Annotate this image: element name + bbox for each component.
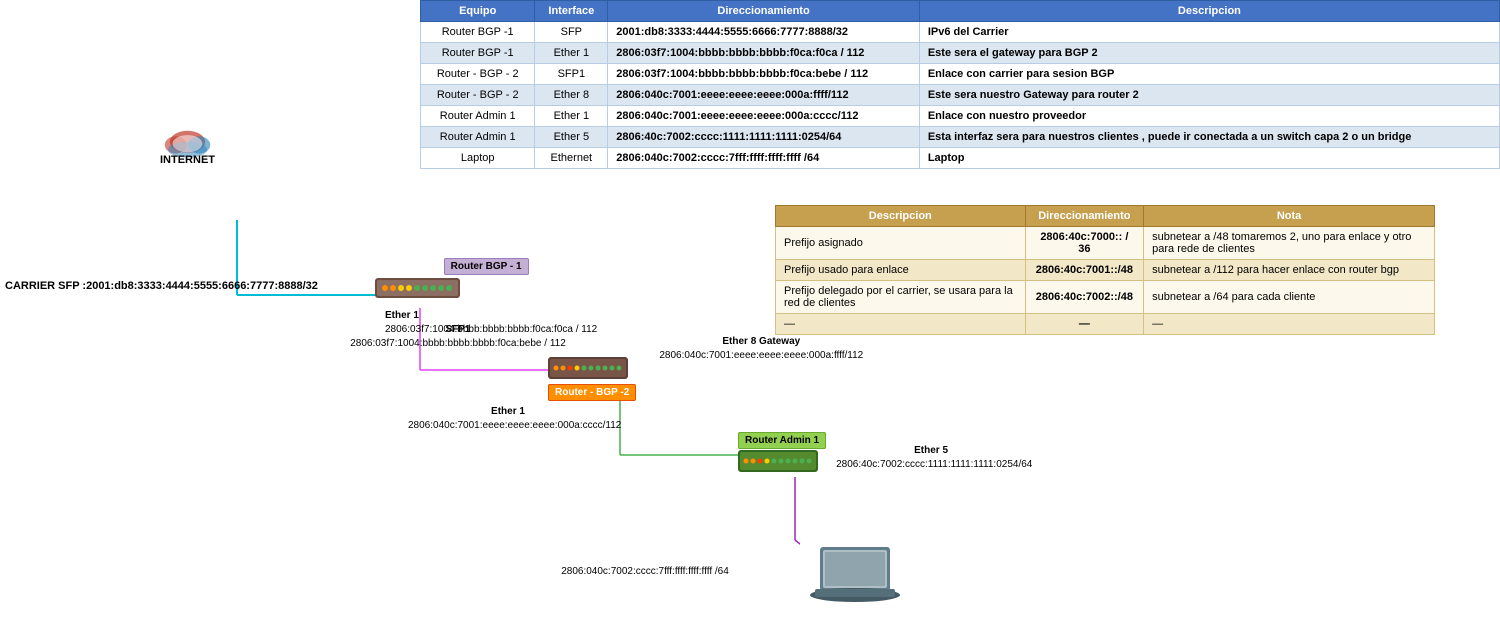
bottom-table-cell-r2-c2: subnetear a /64 para cada cliente (1144, 281, 1435, 314)
top-table-cell-r4-c3: Enlace con nuestro proveedor (919, 106, 1499, 127)
router-bgp2-label: Router - BGP -2 (548, 384, 636, 401)
internet-label: INTERNET (160, 154, 215, 166)
bottom-table-cell-r0-c0: Prefijo asignado (776, 227, 1026, 260)
router-bgp2-ether8-label: Ether 8 Gateway 2806:040c:7001:eeee:eeee… (636, 335, 886, 363)
bottom-table-cell-r0-c1: 2806:40c:7000:: / 36 (1025, 227, 1144, 260)
bottom-table-cell-r3-c0: — (776, 314, 1026, 335)
bottom-table-cell-r2-c1: 2806:40c:7002::/48 (1025, 281, 1144, 314)
bottom-table-cell-r1-c1: 2806:40c:7001::/48 (1025, 260, 1144, 281)
router-bgp2-ether1-label: Ether 1 2806:040c:7001:eeee:eeee:eeee:00… (408, 405, 608, 433)
router-admin1-icon (738, 448, 818, 474)
carrier-text: CARRIER SFP :2001:db8:3333:4444:5555:666… (5, 278, 318, 295)
bottom-table-wrapper: Descripcion Direccionamiento Nota Prefij… (775, 205, 1435, 335)
router-bgp2-node: SFP1 2806:03f7:1004:bbbb:bbbb:bbbb:f0ca:… (548, 355, 636, 398)
router-admin1-label: Router Admin 1 (738, 432, 826, 449)
top-table-cell-r1-c3: Este sera el gateway para BGP 2 (919, 43, 1499, 64)
bottom-table: Descripcion Direccionamiento Nota Prefij… (775, 205, 1435, 335)
router-bgp2-icon (548, 355, 628, 381)
top-table-cell-r0-c3: IPv6 del Carrier (919, 22, 1499, 43)
col-header-desc: Descripcion (776, 206, 1026, 227)
router-bgp1-icon (375, 274, 460, 302)
bottom-table-cell-r3-c1: — (1025, 314, 1144, 335)
col-header-descripcion: Descripcion (919, 1, 1499, 22)
router-bgp2-sfp1-label: SFP1 2806:03f7:1004:bbbb:bbbb:bbbb:f0ca:… (348, 323, 568, 351)
top-table-cell-r2-c3: Enlace con carrier para sesion BGP (919, 64, 1499, 85)
laptop-node: 2806:040c:7002:cccc:7fff:ffff:ffff:ffff … (810, 545, 900, 608)
laptop-addr-label: 2806:040c:7002:cccc:7fff:ffff:ffff:ffff … (490, 565, 800, 579)
bottom-table-cell-r3-c2: — (1144, 314, 1435, 335)
internet-cloud: INTERNET (160, 130, 215, 166)
router-bgp1-label: Router BGP - 1 (444, 258, 529, 275)
top-table-cell-r5-c3: Esta interfaz sera para nuestros cliente… (919, 127, 1499, 148)
col-header-dir: Direccionamiento (1025, 206, 1144, 227)
bottom-table-cell-r1-c2: subnetear a /112 para hacer enlace con r… (1144, 260, 1435, 281)
col-header-nota: Nota (1144, 206, 1435, 227)
top-table-cell-r6-c3: Laptop (919, 148, 1499, 169)
bottom-table-cell-r1-c0: Prefijo usado para enlace (776, 260, 1026, 281)
carrier-label: CARRIER SFP :2001:db8:3333:4444:5555:666… (5, 278, 318, 295)
laptop-icon (810, 545, 900, 605)
router-admin1-node: Router Admin 1 Ether 5 2806:40c:7002:ccc… (738, 434, 826, 477)
bottom-table-cell-r0-c2: subnetear a /48 tomaremos 2, uno para en… (1144, 227, 1435, 260)
diagram: INTERNET CARRIER SFP :2001:db8:3333:4444… (0, 0, 800, 622)
bottom-table-cell-r2-c0: Prefijo delegado por el carrier, se usar… (776, 281, 1026, 314)
router-admin1-ether5-label: Ether 5 2806:40c:7002:cccc:1111:1111:111… (836, 444, 1026, 472)
top-table-cell-r3-c3: Este sera nuestro Gateway para router 2 (919, 85, 1499, 106)
